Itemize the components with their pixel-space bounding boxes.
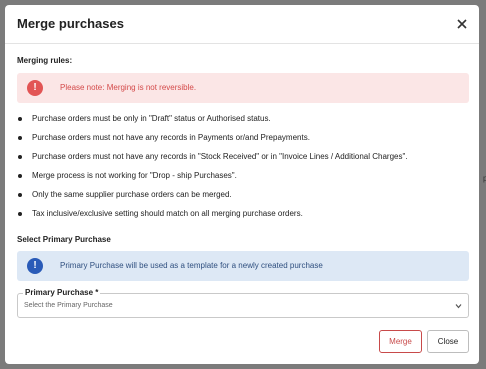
chevron-down-icon[interactable] xyxy=(455,303,462,309)
dialog-title: Merge purchases xyxy=(17,16,124,31)
bullet-icon xyxy=(18,155,22,159)
list-item: Purchase orders must not have any record… xyxy=(17,133,469,152)
close-icon[interactable] xyxy=(455,17,469,31)
dialog-header: Merge purchases xyxy=(5,5,479,44)
alert-circle-icon: ! xyxy=(27,80,43,96)
primary-purchase-placeholder: Select the Primary Purchase xyxy=(24,302,113,309)
rule-text: Purchase orders must not have any record… xyxy=(32,133,310,142)
rule-text: Tax inclusive/exclusive setting should m… xyxy=(32,209,303,218)
info-circle-icon: ! xyxy=(27,258,43,274)
bullet-icon xyxy=(18,136,22,140)
bullet-icon xyxy=(18,193,22,197)
warning-alert: ! Please note: Merging is not reversible… xyxy=(17,73,469,103)
rule-text: Only the same supplier purchase orders c… xyxy=(32,190,232,199)
merging-rules-label: Merging rules: xyxy=(17,56,73,65)
list-item: Purchase orders must not have any record… xyxy=(17,152,469,171)
list-item: Tax inclusive/exclusive setting should m… xyxy=(17,209,469,228)
primary-purchase-label: Primary Purchase * xyxy=(23,288,101,297)
bullet-icon xyxy=(18,212,22,216)
rule-text: Purchase orders must be only in "Draft" … xyxy=(32,114,271,123)
rules-list: Purchase orders must be only in "Draft" … xyxy=(17,114,469,228)
info-text: Primary Purchase will be used as a templ… xyxy=(60,261,323,270)
info-alert: ! Primary Purchase will be used as a tem… xyxy=(17,251,469,281)
select-primary-label: Select Primary Purchase xyxy=(17,235,111,244)
list-item: Purchase orders must be only in "Draft" … xyxy=(17,114,469,133)
merge-purchases-dialog: Merge purchases Merging rules: ! Please … xyxy=(5,5,479,364)
rule-text: Merge process is not working for "Drop -… xyxy=(32,171,237,180)
bullet-icon xyxy=(18,174,22,178)
list-item: Merge process is not working for "Drop -… xyxy=(17,171,469,190)
warning-text: Please note: Merging is not reversible. xyxy=(60,83,197,92)
rule-text: Purchase orders must not have any record… xyxy=(32,152,408,161)
bullet-icon xyxy=(18,117,22,121)
close-button[interactable]: Close xyxy=(427,330,469,353)
primary-purchase-select[interactable]: Primary Purchase * Select the Primary Pu… xyxy=(17,288,469,318)
merge-button[interactable]: Merge xyxy=(379,330,422,353)
list-item: Only the same supplier purchase orders c… xyxy=(17,190,469,209)
